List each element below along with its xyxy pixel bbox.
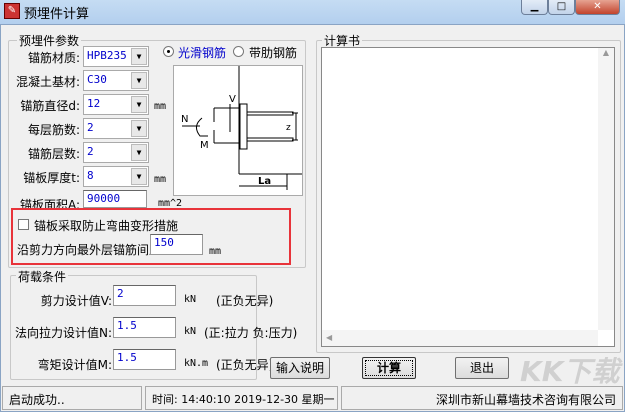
moment-label: 弯矩设计值M:: [37, 358, 112, 372]
chevron-down-icon[interactable]: ▼: [131, 120, 147, 137]
diameter-select[interactable]: 12 ▼: [83, 94, 149, 115]
layers-select[interactable]: 2 ▼: [83, 142, 149, 163]
maximize-button[interactable]: □: [548, 0, 575, 15]
spacing-input[interactable]: 150: [150, 234, 203, 255]
diagram-m: M: [200, 140, 209, 151]
radio-smooth[interactable]: [163, 46, 174, 57]
radio-smooth-label[interactable]: 光滑钢筋: [178, 44, 226, 61]
area-unit: mm^2: [158, 198, 183, 208]
diagram-la: La: [258, 176, 271, 187]
chevron-down-icon[interactable]: ▼: [131, 168, 147, 185]
shear-note: (正负无异): [216, 294, 274, 308]
radio-ribbed-label[interactable]: 带肋钢筋: [249, 44, 297, 61]
per-layer-label: 每层筋数:: [27, 123, 80, 137]
diameter-unit: mm: [154, 101, 167, 112]
layers-label: 锚筋层数:: [27, 147, 80, 161]
horizontal-scrollbar[interactable]: ◀: [322, 330, 598, 346]
loads-group-label: 荷载条件: [16, 268, 69, 285]
diagram-v: V: [229, 94, 236, 105]
per-layer-select[interactable]: 2 ▼: [83, 118, 149, 139]
anchor-diagram: V N M z La: [173, 65, 303, 196]
exit-button[interactable]: 退出: [455, 357, 509, 379]
tension-note: (正:拉力 负:压力): [204, 326, 298, 340]
diagram-z: z: [286, 123, 291, 133]
moment-input[interactable]: 1.5: [113, 349, 176, 370]
area-label: 锚板面积A:: [19, 198, 80, 208]
material-value: HPB235: [87, 49, 127, 62]
status-time: 时间: 14:40:10 2019-12-30 星期一: [145, 386, 338, 410]
output-textarea[interactable]: [321, 47, 615, 347]
chevron-down-icon[interactable]: ▼: [131, 48, 147, 65]
shear-label: 剪力设计值V:: [40, 294, 112, 308]
thickness-value: 8: [87, 169, 94, 182]
spacing-label: 沿剪力方向最外层锚筋间距z:: [17, 243, 172, 257]
moment-unit: kN.m: [184, 358, 209, 369]
material-label: 锚筋材质:: [27, 51, 80, 65]
close-button[interactable]: ✕: [575, 0, 620, 15]
chevron-down-icon[interactable]: ▼: [131, 144, 147, 161]
radio-ribbed[interactable]: [233, 46, 244, 57]
thickness-label: 锚板厚度t:: [23, 171, 80, 185]
thickness-select[interactable]: 8 ▼: [83, 166, 149, 187]
shear-input[interactable]: 2: [113, 285, 176, 306]
chevron-down-icon[interactable]: ▼: [131, 96, 147, 113]
app-icon: ✎: [4, 3, 20, 19]
concrete-label: 混凝土基材:: [15, 75, 80, 89]
status-message: 启动成功..: [2, 386, 142, 410]
chevron-down-icon[interactable]: ▼: [131, 72, 147, 89]
params-group-label: 预埋件参数: [17, 32, 82, 49]
minimize-button[interactable]: ▁: [521, 0, 548, 15]
bend-prevention-checkbox[interactable]: [18, 219, 29, 230]
help-button[interactable]: 输入说明: [270, 357, 330, 379]
watermark: KK下载: [520, 355, 620, 388]
layers-value: 2: [87, 145, 94, 158]
concrete-value: C30: [87, 73, 107, 86]
material-select[interactable]: HPB235 ▼: [83, 46, 149, 67]
vertical-scrollbar[interactable]: ▲: [598, 48, 614, 330]
window-title: 预埋件计算: [24, 7, 90, 22]
tension-input[interactable]: 1.5: [113, 317, 176, 338]
calc-button[interactable]: 计算: [362, 357, 416, 379]
bend-prevention-label[interactable]: 锚板采取防止弯曲变形措施: [34, 217, 178, 234]
shear-unit: kN: [184, 294, 197, 305]
per-layer-value: 2: [87, 121, 94, 134]
area-input[interactable]: 90000: [83, 190, 147, 208]
tension-unit: kN: [184, 326, 197, 337]
moment-note: (正负无异): [216, 358, 274, 372]
diameter-label: 锚筋直径d:: [20, 99, 80, 113]
diagram-n: N: [181, 114, 188, 125]
status-company: 深圳市新山幕墙技术咨询有限公司: [341, 386, 623, 410]
concrete-select[interactable]: C30 ▼: [83, 70, 149, 91]
thickness-unit: mm: [154, 174, 167, 185]
diameter-value: 12: [87, 97, 101, 110]
spacing-unit: mm: [209, 246, 222, 257]
tension-label: 法向拉力设计值N:: [14, 326, 112, 340]
